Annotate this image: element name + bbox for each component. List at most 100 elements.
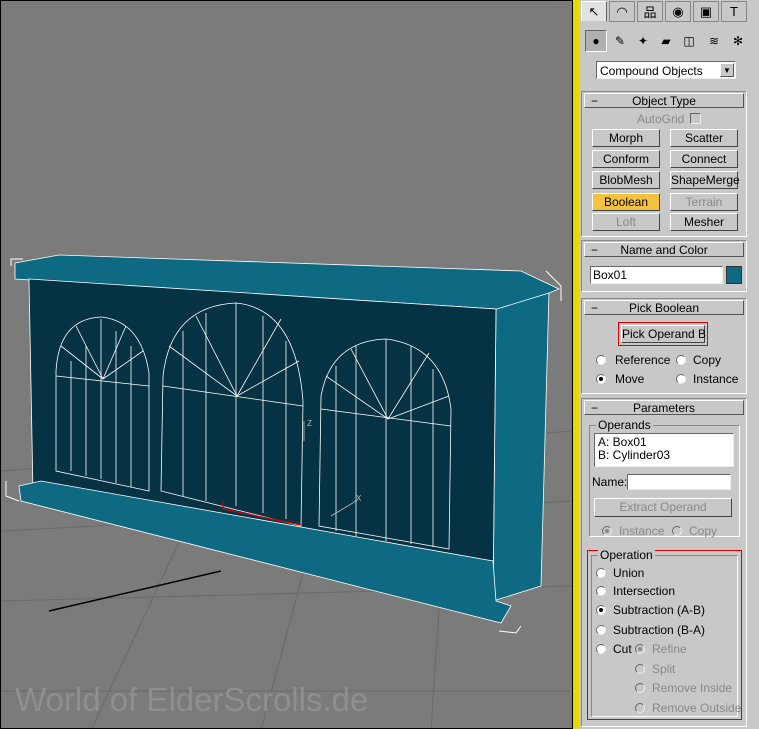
extract-instance-radio[interactable]	[602, 526, 612, 536]
chevron-down-icon[interactable]: ▼	[720, 63, 734, 77]
operands-group: Operands A: Box01 B: Cylinder03 Name: Ex…	[589, 418, 740, 538]
category-dropdown[interactable]: Compound Objects ▼	[596, 61, 736, 79]
split-label: Split	[652, 662, 676, 676]
cut-radio[interactable]	[596, 644, 606, 654]
shapes-icon: ✎	[614, 34, 626, 48]
subtraction-ab-label: Subtraction (A-B)	[613, 603, 706, 617]
extract-copy-radio[interactable]	[672, 526, 682, 536]
move-label: Move	[615, 372, 645, 386]
operands-label: Operands	[596, 418, 653, 432]
perspective-viewport[interactable]: Z X World of ElderScrolls.de	[0, 0, 573, 729]
blobmesh-button[interactable]: BlobMesh	[592, 171, 660, 189]
instance-radio[interactable]	[676, 374, 686, 384]
utilities-tab[interactable]: T	[721, 1, 747, 22]
hierarchy-icon: 品	[643, 5, 657, 20]
extract-copy-label: Copy	[689, 524, 718, 538]
command-panel: ↖ ◠ 品 ◉ ▣ T ● ✎ ✦ ▰ ◫ ≋ ✻ Compound Objec…	[579, 0, 759, 729]
remove-outside-radio[interactable]	[635, 703, 645, 713]
systems-button[interactable]: ✻	[727, 30, 749, 52]
object-name-field[interactable]: Box01	[590, 266, 723, 284]
morph-button[interactable]: Morph	[592, 129, 660, 147]
reference-radio[interactable]	[596, 355, 606, 365]
pick-operand-b-button[interactable]: Pick Operand B	[621, 325, 706, 343]
x-axis-label: X	[356, 494, 362, 503]
conform-button[interactable]: Conform	[592, 150, 660, 168]
helpers-button[interactable]: ◫	[678, 30, 700, 52]
subtraction-ab-radio[interactable]	[596, 605, 606, 615]
operation-group: Operation Union Intersection Subtraction…	[591, 548, 742, 717]
spacewarps-icon: ≋	[708, 34, 720, 48]
category-dropdown-value: Compound Objects	[600, 64, 703, 78]
object-type-header[interactable]: − Object Type	[584, 93, 744, 108]
parameters-header[interactable]: − Parameters	[584, 400, 744, 415]
geometry-button[interactable]: ●	[585, 30, 607, 52]
lights-icon: ✦	[637, 34, 649, 48]
create-category-bar: ● ✎ ✦ ▰ ◫ ≋ ✻	[579, 30, 759, 56]
helpers-icon: ◫	[683, 34, 695, 48]
systems-icon: ✻	[732, 34, 744, 48]
autogrid-checkbox[interactable]	[690, 113, 701, 124]
command-tabs: ↖ ◠ 品 ◉ ▣ T	[579, 0, 759, 24]
operation-label: Operation	[598, 548, 655, 562]
cameras-icon: ▰	[661, 34, 671, 48]
refine-radio[interactable]	[635, 644, 645, 654]
autogrid-label: AutoGrid	[637, 112, 685, 126]
copy-label: Copy	[693, 353, 722, 367]
intersection-radio[interactable]	[596, 586, 606, 596]
remove-outside-label: Remove Outside	[652, 701, 742, 715]
refine-label: Refine	[652, 642, 687, 656]
geometry-icon: ●	[592, 34, 600, 48]
object-type-title: Object Type	[632, 94, 696, 108]
object-color-swatch[interactable]	[726, 266, 742, 284]
motion-icon: ◉	[672, 3, 684, 19]
lights-button[interactable]: ✦	[632, 30, 654, 52]
extract-instance-label: Instance	[619, 524, 665, 538]
subtraction-ba-label: Subtraction (B-A)	[613, 623, 706, 637]
modify-tab[interactable]: ◠	[609, 1, 635, 22]
terrain-button[interactable]: Terrain	[670, 193, 738, 211]
instance-label: Instance	[693, 372, 739, 386]
shapemerge-button[interactable]: ShapeMerge	[670, 171, 740, 189]
scatter-button[interactable]: Scatter	[670, 129, 738, 147]
copy-radio[interactable]	[676, 355, 686, 365]
subtraction-ba-radio[interactable]	[596, 625, 606, 635]
spacewarps-button[interactable]: ≋	[703, 30, 725, 52]
operand-name-label: Name:	[592, 475, 628, 489]
operand-name-field[interactable]	[627, 474, 731, 490]
union-label: Union	[613, 566, 645, 580]
shapes-button[interactable]: ✎	[609, 30, 631, 52]
intersection-label: Intersection	[613, 584, 676, 598]
connect-button[interactable]: Connect	[670, 150, 738, 168]
pick-boolean-rollout: − Pick Boolean Pick Operand B Reference …	[581, 298, 747, 394]
scene-canvas: Z X	[1, 254, 572, 728]
name-and-color-rollout: − Name and Color Box01	[581, 240, 747, 292]
hierarchy-tab[interactable]: 品	[637, 1, 663, 22]
boolean-button[interactable]: Boolean	[592, 193, 660, 211]
watermark: World of ElderScrolls.de	[15, 681, 369, 718]
remove-inside-radio[interactable]	[635, 683, 645, 693]
operands-list[interactable]: A: Box01 B: Cylinder03	[594, 433, 734, 467]
parameters-title: Parameters	[632, 401, 696, 415]
name-and-color-title: Name and Color	[620, 243, 708, 257]
create-icon: ↖	[588, 3, 600, 19]
motion-tab[interactable]: ◉	[665, 1, 691, 22]
pick-boolean-header[interactable]: − Pick Boolean	[584, 300, 744, 315]
mesher-button[interactable]: Mesher	[670, 213, 738, 231]
cameras-button[interactable]: ▰	[655, 30, 677, 52]
object-type-rollout: − Object Type AutoGrid Morph Scatter Con…	[581, 91, 747, 237]
modify-icon: ◠	[616, 3, 628, 19]
remove-inside-label: Remove Inside	[652, 681, 733, 695]
pick-boolean-title: Pick Boolean	[628, 301, 700, 315]
display-tab[interactable]: ▣	[693, 1, 719, 22]
extract-operand-button[interactable]: Extract Operand	[594, 498, 732, 517]
utilities-icon: T	[730, 4, 738, 19]
move-radio[interactable]	[596, 374, 606, 384]
name-and-color-header[interactable]: − Name and Color	[584, 242, 744, 257]
parameters-rollout: − Parameters Operands A: Box01 B: Cylind…	[581, 398, 747, 727]
create-tab[interactable]: ↖	[581, 1, 607, 22]
display-icon: ▣	[699, 3, 713, 19]
union-radio[interactable]	[596, 568, 606, 578]
split-radio[interactable]	[635, 664, 645, 674]
operand-b-item[interactable]: B: Cylinder03	[598, 449, 730, 462]
loft-button[interactable]: Loft	[592, 213, 660, 231]
